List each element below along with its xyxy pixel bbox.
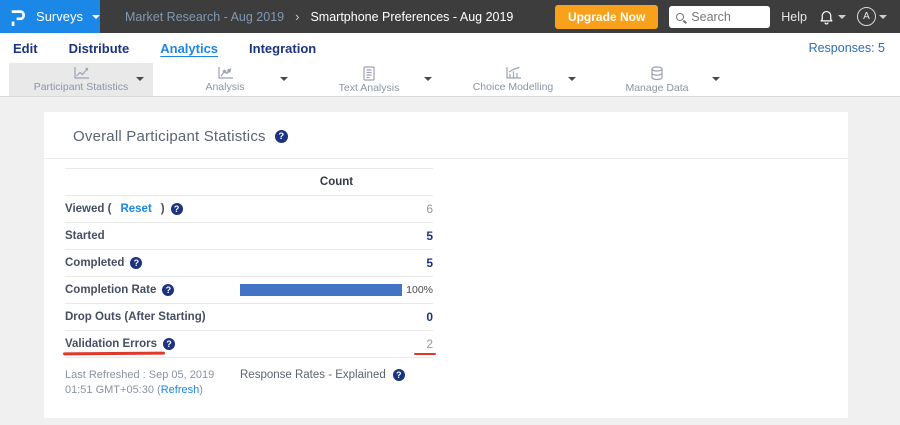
table-row-drop-outs: Drop Outs (After Starting) 0	[65, 304, 433, 331]
document-icon	[362, 66, 376, 81]
tool-label: Analysis	[205, 81, 244, 93]
breadcrumb-parent-link[interactable]: Market Research - Aug 2019	[125, 10, 284, 24]
search-box[interactable]	[669, 6, 770, 28]
analysis-chart-icon	[217, 66, 234, 80]
breadcrumb-current: Smartphone Preferences - Aug 2019	[310, 10, 513, 24]
viewed-count: 6	[240, 202, 433, 216]
last-refreshed-suffix: )	[199, 384, 203, 396]
tool-label: Choice Modelling	[473, 81, 554, 93]
table-row-validation-errors: Validation Errors ? 2	[65, 331, 433, 358]
upgrade-now-button[interactable]: Upgrade Now	[555, 5, 658, 29]
chevron-down-icon[interactable]	[136, 77, 144, 81]
search-icon	[676, 13, 684, 21]
topbar-actions: Upgrade Now Help A	[555, 5, 900, 29]
tab-manage-data[interactable]: Manage Data	[585, 63, 729, 96]
nav-item-edit[interactable]: Edit	[13, 41, 38, 56]
help-icon[interactable]: ?	[163, 338, 175, 350]
top-bar: Surveys Market Research - Aug 2019 › Sma…	[0, 0, 900, 33]
questionpro-logo-icon	[9, 5, 27, 29]
help-icon[interactable]: ?	[393, 369, 405, 381]
last-refreshed: Last Refreshed : Sep 05, 2019 01:51 GMT+…	[65, 368, 240, 399]
row-label: Drop Outs (After Starting)	[65, 311, 240, 323]
chevron-down-icon	[92, 15, 100, 19]
row-label: Viewed (	[65, 203, 111, 215]
help-link[interactable]: Help	[781, 10, 807, 24]
started-count: 5	[240, 229, 433, 243]
chevron-down-icon[interactable]	[280, 77, 288, 81]
count-column-header: Count	[240, 176, 433, 188]
analytics-toolbar: Participant Statistics Analysis Text Ana…	[0, 63, 900, 97]
help-icon[interactable]: ?	[162, 284, 174, 296]
chevron-down-icon	[838, 15, 846, 19]
refresh-link[interactable]: Refresh	[161, 384, 200, 396]
tool-label: Text Analysis	[339, 82, 400, 94]
table-row-completion-rate: Completion Rate ? 100%	[65, 277, 433, 304]
tab-analysis[interactable]: Analysis	[153, 63, 297, 96]
chevron-down-icon[interactable]	[568, 77, 576, 81]
help-icon[interactable]: ?	[275, 130, 288, 143]
progress-bar	[240, 284, 402, 296]
bar-chart-icon	[505, 66, 522, 80]
surveys-menu[interactable]: Surveys	[0, 0, 100, 33]
divider	[44, 158, 848, 159]
bell-icon	[818, 8, 835, 25]
row-label: Started	[65, 230, 240, 242]
response-rates-label: Response Rates - Explained	[240, 369, 386, 381]
table-row-started: Started 5	[65, 223, 433, 250]
row-label: Completed	[65, 257, 124, 269]
table-header-row: Count	[65, 169, 433, 196]
nav-item-analytics[interactable]: Analytics	[160, 41, 218, 56]
tab-text-analysis[interactable]: Text Analysis	[297, 63, 441, 96]
account-menu[interactable]: A	[857, 7, 887, 26]
drop-outs-count: 0	[240, 310, 433, 324]
tab-participant-statistics[interactable]: Participant Statistics	[9, 63, 153, 96]
response-rates-explained: Response Rates - Explained ?	[240, 369, 405, 381]
help-icon[interactable]: ?	[171, 203, 183, 215]
nav-item-distribute[interactable]: Distribute	[69, 41, 130, 56]
row-label: Completion Rate	[65, 284, 156, 296]
chevron-down-icon[interactable]	[424, 77, 432, 81]
completion-rate-value: 100%	[406, 284, 433, 296]
row-label: Validation Errors	[65, 338, 157, 350]
completed-count: 5	[240, 256, 433, 270]
database-icon	[650, 66, 664, 81]
completion-rate-bar: 100%	[240, 284, 433, 296]
table-row-completed: Completed ? 5	[65, 250, 433, 277]
breadcrumb: Market Research - Aug 2019 › Smartphone …	[125, 9, 513, 24]
breadcrumb-separator: ›	[295, 9, 299, 24]
line-chart-icon	[73, 66, 90, 80]
table-row-viewed: Viewed ( Reset) ? 6	[65, 196, 433, 223]
participant-statistics-card: Overall Participant Statistics ? Count V…	[44, 112, 848, 418]
reset-link[interactable]: Reset	[120, 203, 151, 215]
page-title: Overall Participant Statistics	[73, 128, 266, 145]
avatar: A	[857, 7, 876, 26]
validation-errors-count: 2	[426, 337, 433, 351]
chevron-down-icon	[879, 15, 887, 19]
tool-label: Manage Data	[625, 82, 688, 94]
tool-label: Participant Statistics	[34, 81, 129, 93]
row-label-suffix: )	[161, 203, 165, 215]
survey-nav: Edit Distribute Analytics Integration Re…	[0, 33, 900, 63]
help-icon[interactable]: ?	[130, 257, 142, 269]
nav-item-integration[interactable]: Integration	[249, 41, 316, 56]
tab-choice-modelling[interactable]: Choice Modelling	[441, 63, 585, 96]
product-menu-label: Surveys	[36, 9, 83, 24]
chevron-down-icon[interactable]	[712, 77, 720, 81]
notifications-menu[interactable]	[818, 8, 846, 25]
search-input[interactable]	[689, 9, 759, 25]
card-footer: Last Refreshed : Sep 05, 2019 01:51 GMT+…	[65, 368, 848, 399]
responses-count[interactable]: Responses: 5	[809, 41, 885, 55]
stats-table: Count Viewed ( Reset) ? 6 Started 5 Compl…	[65, 168, 433, 358]
